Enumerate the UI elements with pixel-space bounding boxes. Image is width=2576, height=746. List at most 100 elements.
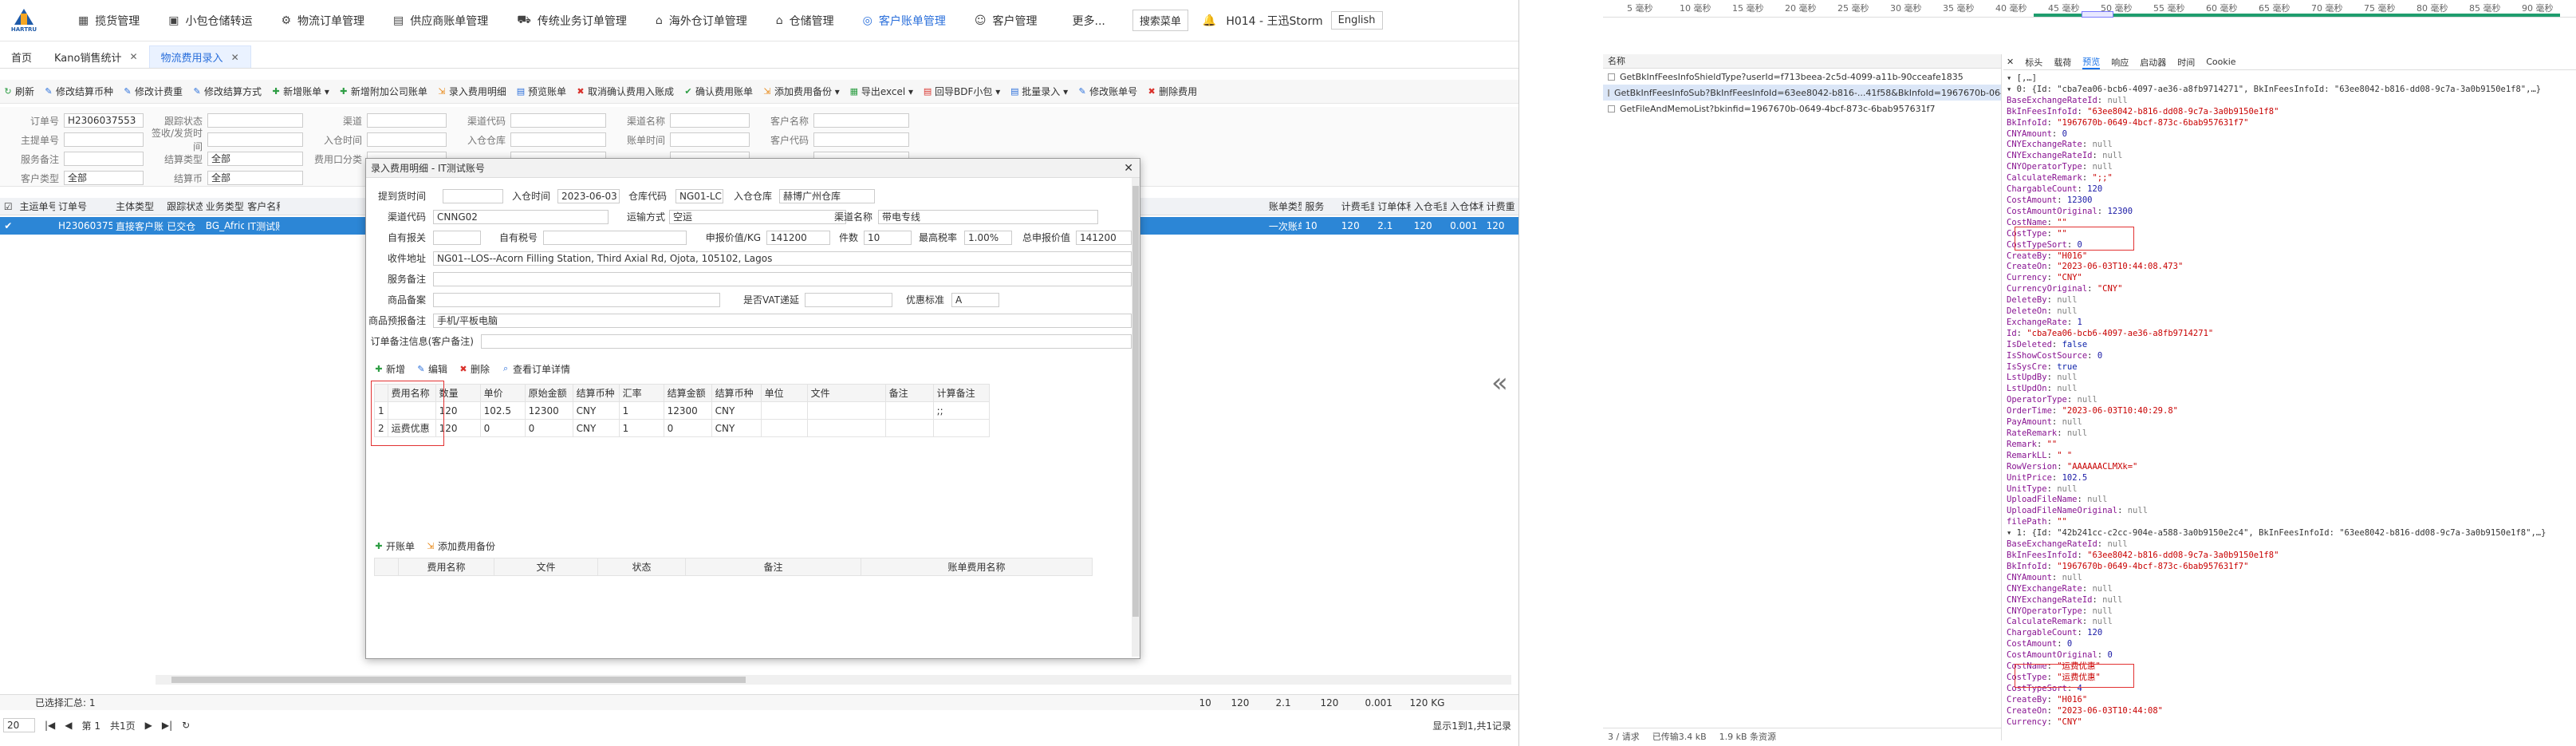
self-declare-input[interactable]	[433, 231, 481, 245]
request-item[interactable]: GetBkInfFeesInfoShieldType?userId=f713be…	[1603, 69, 2001, 85]
filter-input[interactable]	[813, 113, 909, 128]
close-icon[interactable]: ✕	[2007, 57, 2014, 67]
user-name[interactable]: H014 - 王迅Storm	[1226, 13, 1322, 29]
filter-input[interactable]	[670, 132, 750, 147]
bell-icon[interactable]: 🔔	[1203, 14, 1216, 27]
column-header[interactable]: 费用名称	[398, 558, 494, 576]
detail-tab[interactable]: 启动器	[2140, 56, 2166, 69]
filter-input[interactable]	[207, 113, 303, 128]
nav-item-0[interactable]: ▦ 揽货管理	[64, 0, 154, 41]
close-icon[interactable]: ✕	[231, 52, 239, 63]
toolbar-button-5[interactable]: ✚ 新增附加公司账单	[339, 85, 427, 98]
page-number[interactable]: 第 1	[82, 719, 100, 732]
detail-tab[interactable]: 响应	[2111, 56, 2129, 69]
service-note-input[interactable]	[433, 272, 1132, 286]
detail-tab[interactable]: 标头	[2025, 56, 2042, 69]
request-item[interactable]: GetBkInfFeesInfoSub?BkInfFeesInfoId=63ee…	[1603, 85, 2001, 101]
prev-page-button[interactable]: ◀	[65, 720, 72, 731]
bill-toolbar-button-1[interactable]: ⇲ 添加费用备份	[426, 539, 495, 553]
column-header[interactable]: 入仓体积	[1447, 199, 1483, 213]
filter-input[interactable]	[510, 132, 606, 147]
first-page-button[interactable]: |◀	[45, 720, 55, 731]
channel-name-input[interactable]: 带电专线	[878, 210, 1098, 224]
column-header[interactable]: 备注	[884, 384, 934, 402]
filter-input[interactable]: H2306037553	[64, 113, 144, 128]
column-header[interactable]: 业务类型	[203, 199, 244, 213]
column-header[interactable]: 计费重	[1483, 199, 1518, 213]
filter-input[interactable]	[64, 132, 144, 147]
close-icon[interactable]: ✕	[1124, 162, 1133, 175]
request-checkbox[interactable]	[1608, 89, 1609, 97]
reload-icon[interactable]: ↻	[182, 720, 190, 731]
column-header[interactable]: 客户名称	[244, 199, 280, 213]
filter-input[interactable]	[670, 113, 750, 128]
fee-toolbar-button-0[interactable]: ✚ 新增	[374, 362, 405, 376]
nav-item-1[interactable]: ▣ 小包仓储转运	[154, 0, 266, 41]
pieces-input[interactable]: 10	[864, 231, 912, 245]
column-header[interactable]: 计算备注	[932, 384, 990, 402]
nav-item-2[interactable]: ⚙ 物流订单管理	[266, 0, 379, 41]
nav-item-6[interactable]: ⌂ 仓储管理	[762, 0, 849, 41]
column-header[interactable]: 状态	[597, 558, 686, 576]
scrollbar-thumb[interactable]	[171, 677, 746, 683]
column-header[interactable]	[374, 558, 399, 576]
declare-value-input[interactable]: 141200	[766, 231, 830, 245]
column-header[interactable]: 单价	[479, 384, 526, 402]
goods-remark-input[interactable]: 手机/平板电脑	[433, 314, 1132, 328]
filter-input[interactable]	[813, 132, 909, 147]
language-button[interactable]: English	[1330, 11, 1383, 30]
filter-input[interactable]	[64, 152, 144, 166]
filter-input[interactable]: 全部	[207, 152, 303, 166]
scrollbar-thumb[interactable]	[1132, 186, 1139, 617]
filter-input[interactable]: 全部	[207, 171, 303, 185]
channel-code-input[interactable]: CNNG02	[433, 210, 609, 224]
column-header[interactable]: 单位	[760, 384, 808, 402]
warehouse-code-input[interactable]: NG01-LC	[676, 189, 723, 203]
fee-toolbar-button-1[interactable]: ✎ 编辑	[416, 362, 447, 376]
warehouse-in-time-input[interactable]: 2023-06-03	[557, 189, 620, 203]
bill-toolbar-button-0[interactable]: ✚ 开账单	[374, 539, 415, 553]
self-tax-input[interactable]	[543, 231, 687, 245]
column-header[interactable]: 备注	[685, 558, 861, 576]
toolbar-button-1[interactable]: ✎ 修改结算币种	[44, 85, 113, 98]
dialog-scrollbar[interactable]	[1132, 178, 1140, 657]
filter-input[interactable]	[367, 113, 447, 128]
row-checkbox[interactable]: ✔	[0, 220, 16, 231]
column-header[interactable]: 结算金额	[663, 384, 712, 402]
toolbar-button-0[interactable]: ↻ 刷新	[3, 85, 34, 98]
filter-input[interactable]	[510, 113, 606, 128]
toolbar-button-7[interactable]: ▤ 预览账单	[516, 85, 566, 98]
horizontal-scrollbar[interactable]	[156, 675, 1511, 685]
column-header[interactable]: 跟踪状态	[163, 199, 203, 213]
request-item[interactable]: GetFileAndMemoList?bkinfid=1967670b-0649…	[1603, 101, 2001, 116]
close-icon[interactable]: ✕	[129, 51, 137, 62]
goods-note-input[interactable]	[433, 293, 720, 307]
column-header[interactable]: 订单号	[55, 199, 112, 213]
toolbar-button-9[interactable]: ✔ 确认费用账单	[683, 85, 753, 98]
column-header[interactable]: 主体类型	[112, 199, 163, 213]
vat-input[interactable]	[805, 293, 892, 307]
column-header[interactable]: 结算币种	[711, 384, 762, 402]
in-warehouse-input[interactable]: 赫博广州仓库	[779, 189, 875, 203]
column-header[interactable]: 结算币种	[572, 384, 620, 402]
column-header[interactable]: 文件	[806, 384, 886, 402]
column-header[interactable]: 文件	[494, 558, 598, 576]
column-header[interactable]: 账单类型	[1266, 199, 1302, 213]
pickup-time-input[interactable]	[443, 189, 503, 203]
column-header[interactable]: 账单费用名称	[861, 558, 1093, 576]
discount-input[interactable]: A	[951, 293, 999, 307]
toolbar-button-6[interactable]: ⇲ 录入费用明细	[437, 85, 506, 98]
nav-item-8[interactable]: ☺ 客户管理	[960, 0, 1052, 41]
last-page-button[interactable]: ▶|	[162, 720, 172, 731]
table-row[interactable]: 1 120 102.5 12300 CNY 1 12300 CNY;;	[374, 401, 990, 420]
request-checkbox[interactable]	[1608, 73, 1615, 81]
toolbar-button-8[interactable]: ✖ 取消确认费用入账成	[576, 85, 674, 98]
column-header[interactable]: 入仓毛重	[1411, 199, 1447, 213]
toolbar-button-13[interactable]: ▤ 批量录入 ▾	[1010, 85, 1068, 98]
column-header[interactable]: 原始金额	[524, 384, 573, 402]
nav-item-7[interactable]: ◎ 客户账单管理	[849, 0, 960, 41]
toolbar-button-14[interactable]: ✎ 修改账单号	[1077, 85, 1138, 98]
address-input[interactable]: NG01--LOS--Acorn Filling Station, Third …	[433, 251, 1132, 266]
detail-tab[interactable]: 预览	[2082, 55, 2101, 69]
search-menu-button[interactable]: 搜索菜单	[1132, 10, 1188, 31]
